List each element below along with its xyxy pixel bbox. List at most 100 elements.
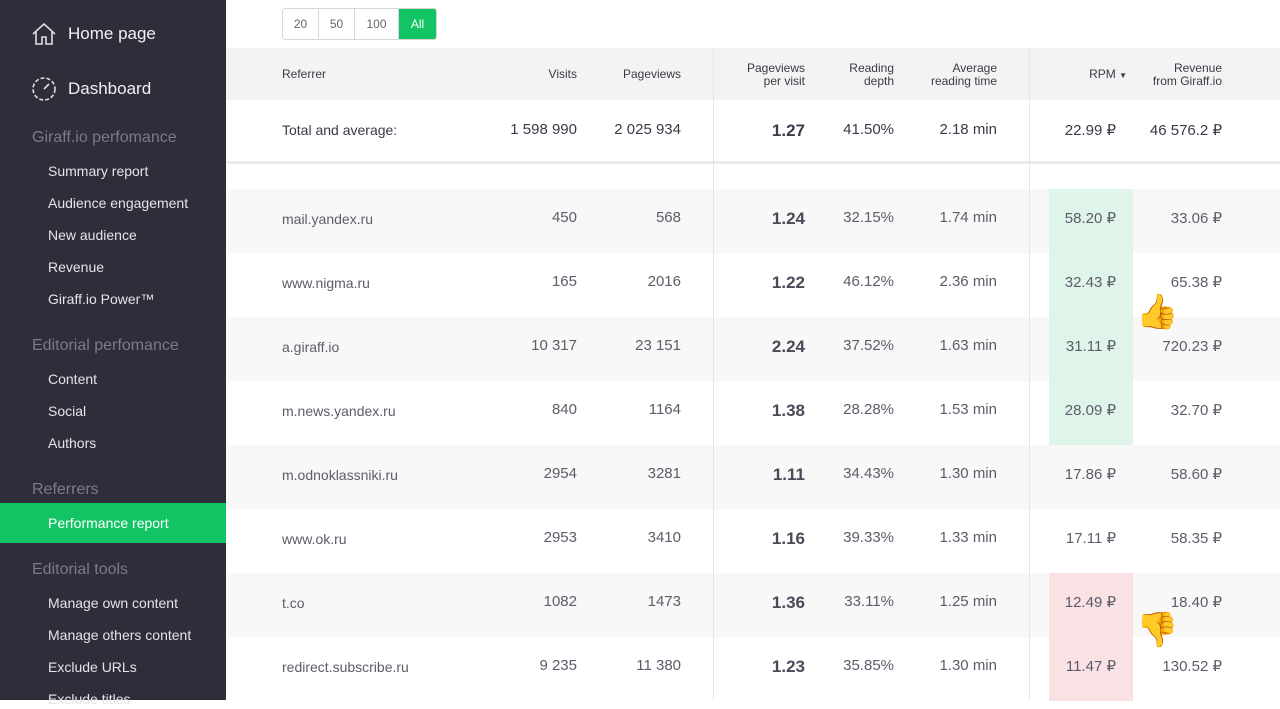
table-row[interactable]: m.odnoklassniki.ru 2954 3281 1.11 34.43% 1.30… bbox=[226, 445, 1280, 509]
col-time[interactable]: Average reading time bbox=[931, 62, 997, 88]
cell-revenue: 58.60 ₽ bbox=[1170, 466, 1222, 483]
sidebar-section-title: Referrers bbox=[32, 481, 99, 498]
sidebar-item-label: Home page bbox=[68, 24, 156, 43]
cell-referrer[interactable]: m.news.yandex.ru bbox=[282, 403, 396, 419]
sidebar-item-exclude-titles[interactable]: Exclude titles bbox=[0, 689, 226, 709]
cell-rpm: 11.47 ₽ bbox=[1065, 658, 1116, 675]
cell-ppv: 1.27 bbox=[771, 121, 805, 140]
col-rpm-label: RPM bbox=[1089, 67, 1116, 81]
page-size-all[interactable]: All bbox=[399, 9, 436, 39]
cell-rpm: 31.11 ₽ bbox=[1065, 338, 1116, 355]
page-size-50[interactable]: 50 bbox=[319, 9, 355, 39]
cell-referrer[interactable]: m.odnoklassniki.ru bbox=[282, 467, 398, 483]
thumbs-up-icon: 👍 bbox=[1136, 293, 1179, 331]
page-size-selector: 20 50 100 All bbox=[282, 8, 437, 40]
table-row[interactable]: m.news.yandex.ru 840 1164 1.38 28.28% 1.53 mi… bbox=[226, 381, 1280, 445]
cell-time: 1.33 min bbox=[939, 529, 997, 546]
cell-visits: 165 bbox=[551, 273, 577, 290]
cell-visits: 2954 bbox=[543, 465, 577, 482]
cell-referrer[interactable]: mail.yandex.ru bbox=[282, 211, 373, 227]
cell-depth: 46.12% bbox=[843, 273, 894, 290]
cell-revenue: 720.23 ₽ bbox=[1162, 338, 1222, 355]
sidebar-item-content[interactable]: Content bbox=[0, 369, 226, 389]
table-row[interactable]: www.ok.ru 2953 3410 1.16 39.33% 1.33 min 17.11… bbox=[226, 509, 1280, 573]
cell-revenue: 130.52 ₽ bbox=[1162, 658, 1222, 675]
col-revenue[interactable]: Revenue from Giraff.io bbox=[1153, 62, 1222, 88]
cell-referrer[interactable]: www.nigma.ru bbox=[282, 275, 370, 291]
cell-time: 1.30 min bbox=[939, 657, 997, 674]
cell-revenue: 58.35 ₽ bbox=[1170, 530, 1222, 547]
cell-depth: 35.85% bbox=[843, 657, 894, 674]
cell-referrer[interactable]: www.ok.ru bbox=[282, 531, 347, 547]
cell-visits: 840 bbox=[551, 401, 577, 418]
cell-ppv: 1.11 bbox=[772, 465, 805, 484]
cell-referrer[interactable]: t.co bbox=[282, 595, 305, 611]
cell-visits: 1082 bbox=[543, 593, 577, 610]
col-pageviews[interactable]: Pageviews bbox=[623, 68, 681, 81]
col-ppv[interactable]: Pageviews per visit bbox=[747, 62, 805, 88]
sidebar-item-authors[interactable]: Authors bbox=[0, 433, 226, 453]
cell-pageviews: 1473 bbox=[647, 593, 681, 610]
cell-revenue: 46 576.2 ₽ bbox=[1149, 122, 1222, 139]
page-size-20[interactable]: 20 bbox=[283, 9, 319, 39]
cell-time: 1.53 min bbox=[939, 401, 997, 418]
cell-pageviews: 1164 bbox=[648, 401, 681, 418]
cell-pageviews: 11 380 bbox=[636, 657, 681, 674]
divider bbox=[713, 48, 714, 700]
table-row[interactable]: t.co 1082 1473 1.36 33.11% 1.25 min 12.49 ₽ 18.… bbox=[226, 573, 1280, 637]
cell-pageviews: 2016 bbox=[647, 273, 681, 290]
cell-revenue: 65.38 ₽ bbox=[1170, 274, 1222, 291]
table-row[interactable]: a.giraff.io 10 317 23 151 2.24 37.52% 1.63 mi… bbox=[226, 317, 1280, 381]
sidebar-item-home[interactable]: Home page bbox=[0, 22, 226, 45]
col-ppv-line2: per visit bbox=[763, 74, 805, 88]
cell-pageviews: 3410 bbox=[647, 529, 681, 546]
cell-pageviews: 3281 bbox=[647, 465, 681, 482]
cell-rpm: 12.49 ₽ bbox=[1064, 594, 1116, 611]
cell-time: 1.63 min bbox=[939, 337, 997, 354]
main-content: 20 50 100 All Referrer Visits Pageviews Pag… bbox=[226, 0, 1280, 701]
sidebar-item-giraff-io-power-[interactable]: Giraff.io Power™ bbox=[0, 289, 226, 309]
col-visits[interactable]: Visits bbox=[549, 68, 577, 81]
cell-pageviews: 23 151 bbox=[635, 337, 681, 354]
total-label: Total and average: bbox=[282, 122, 398, 138]
col-referrer[interactable]: Referrer bbox=[282, 68, 326, 81]
cell-revenue: 18.40 ₽ bbox=[1170, 594, 1222, 611]
sidebar-item-audience-engagement[interactable]: Audience engagement bbox=[0, 193, 226, 213]
sidebar-item-manage-others-content[interactable]: Manage others content bbox=[0, 625, 226, 645]
col-depth[interactable]: Reading depth bbox=[849, 62, 894, 88]
sidebar-item-social[interactable]: Social bbox=[0, 401, 226, 421]
cell-rpm: 22.99 ₽ bbox=[1064, 122, 1116, 139]
sidebar-item-revenue[interactable]: Revenue bbox=[0, 257, 226, 277]
sidebar-section-title: Editorial perfomance bbox=[32, 337, 179, 354]
cell-depth: 28.28% bbox=[843, 401, 894, 418]
table-row[interactable]: www.nigma.ru 165 2016 1.22 46.12% 2.36 min 32.… bbox=[226, 253, 1280, 317]
cell-visits: 10 317 bbox=[531, 337, 577, 354]
page-size-100[interactable]: 100 bbox=[355, 9, 399, 39]
total-row: Total and average: 1 598 990 2 025 934 1.27… bbox=[226, 100, 1280, 161]
thumbs-down-icon: 👎 bbox=[1136, 611, 1179, 649]
cell-depth: 33.11% bbox=[844, 593, 894, 610]
sidebar-item-performance-report[interactable]: Performance report bbox=[0, 503, 226, 543]
cell-rpm: 17.86 ₽ bbox=[1064, 466, 1116, 483]
cell-rpm: 32.43 ₽ bbox=[1064, 274, 1116, 291]
col-rpm[interactable]: RPM ▼ bbox=[1089, 68, 1127, 82]
cell-ppv: 1.36 bbox=[771, 593, 805, 612]
sidebar-item-exclude-urls[interactable]: Exclude URLs bbox=[0, 657, 226, 677]
cell-referrer[interactable]: redirect.subscribe.ru bbox=[282, 659, 409, 675]
cell-referrer[interactable]: a.giraff.io bbox=[282, 339, 339, 355]
cell-depth: 37.52% bbox=[843, 337, 894, 354]
cell-revenue: 32.70 ₽ bbox=[1170, 402, 1222, 419]
sidebar-item-manage-own-content[interactable]: Manage own content bbox=[0, 593, 226, 613]
cell-ppv: 1.38 bbox=[771, 401, 805, 420]
sidebar-item-new-audience[interactable]: New audience bbox=[0, 225, 226, 245]
home-icon bbox=[32, 22, 56, 45]
table-row[interactable]: redirect.subscribe.ru 9 235 11 380 1.23 35.8… bbox=[226, 637, 1280, 701]
cell-visits: 450 bbox=[551, 209, 577, 226]
table-row[interactable]: mail.yandex.ru 450 568 1.24 32.15% 1.74 min 58… bbox=[226, 189, 1280, 253]
sidebar-item-dashboard[interactable]: Dashboard bbox=[0, 77, 226, 101]
cell-visits: 2953 bbox=[543, 529, 577, 546]
divider bbox=[226, 161, 1280, 164]
col-revenue-line2: from Giraff.io bbox=[1152, 74, 1222, 88]
sidebar-item-summary-report[interactable]: Summary report bbox=[0, 161, 226, 181]
sidebar-section-title: Giraff.io perfomance bbox=[32, 129, 177, 146]
